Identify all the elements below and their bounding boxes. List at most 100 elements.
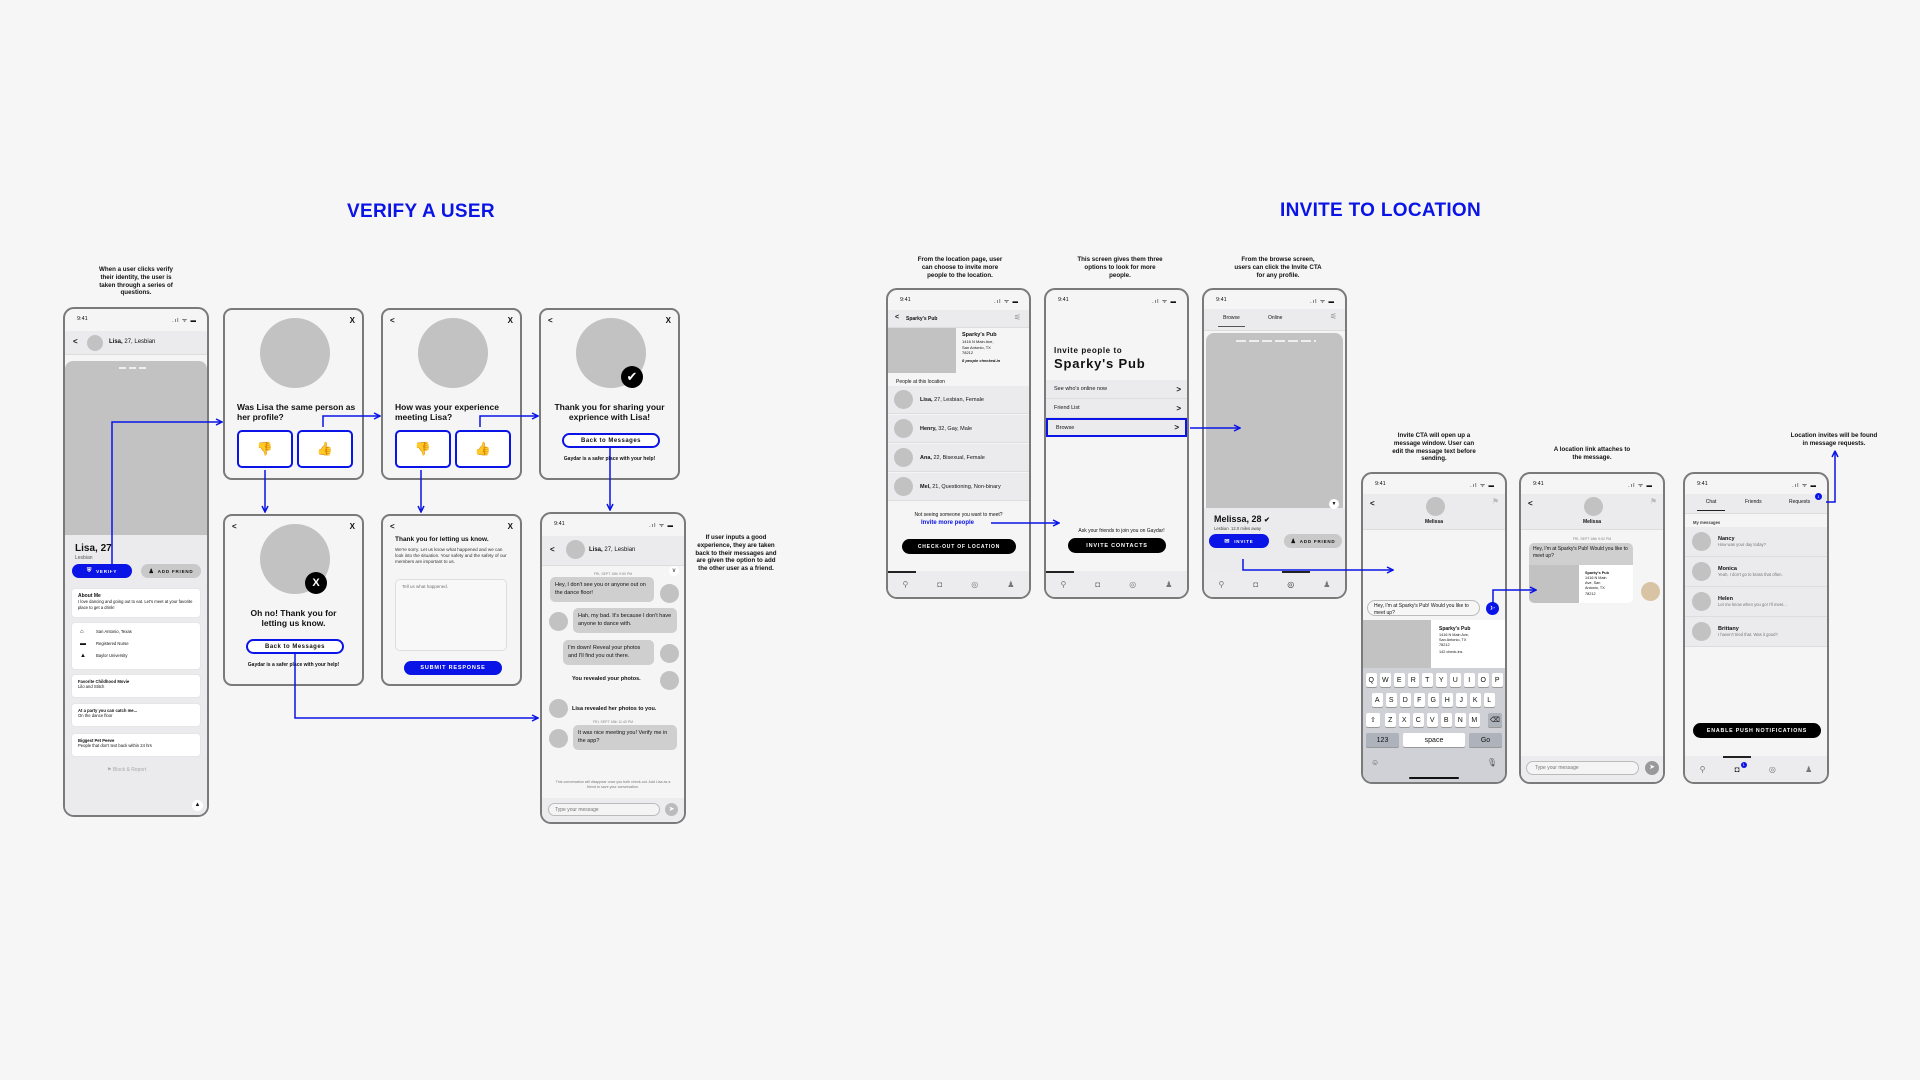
close-icon[interactable]: X bbox=[508, 316, 513, 325]
profile-icon[interactable]: ♟ bbox=[1323, 580, 1330, 589]
location-pin-icon[interactable]: ⚲ bbox=[903, 580, 909, 589]
enable-push-button[interactable]: ENABLE PUSH NOTIFICATIONS bbox=[1693, 723, 1821, 738]
key-h[interactable]: H bbox=[1442, 693, 1453, 707]
submit-response-button[interactable]: SUBMIT RESPONSE bbox=[404, 661, 502, 675]
thread-row[interactable]: Helen Let me know when you go! I'll meet.… bbox=[1685, 587, 1827, 617]
back-icon[interactable]: < bbox=[550, 545, 555, 554]
key-e[interactable]: E bbox=[1394, 673, 1405, 687]
chat-icon[interactable]: ◘ bbox=[1095, 580, 1100, 589]
person-row[interactable]: Henry, 32, Gay, Male bbox=[888, 415, 1029, 443]
go-key[interactable]: Go bbox=[1469, 733, 1502, 747]
back-icon[interactable]: < bbox=[1528, 499, 1533, 508]
tab-friends[interactable]: Friends bbox=[1745, 499, 1762, 505]
invite-contacts-button[interactable]: INVITE CONTACTS bbox=[1068, 538, 1166, 553]
key-s[interactable]: S bbox=[1386, 693, 1397, 707]
profile-icon[interactable]: ♟ bbox=[1805, 765, 1812, 774]
back-to-messages-button[interactable]: Back to Messages bbox=[562, 433, 660, 448]
key-b[interactable]: B bbox=[1441, 713, 1452, 727]
invite-message[interactable]: Hey, I'm at Sparky's Pub! Would you like… bbox=[1529, 543, 1633, 603]
location-pin-icon[interactable]: ⚲ bbox=[1219, 580, 1225, 589]
filter-icon[interactable]: ⚟ bbox=[1014, 313, 1021, 322]
message-input[interactable] bbox=[548, 803, 660, 816]
radar-icon[interactable]: ◎ bbox=[1129, 580, 1136, 589]
key-y[interactable]: Y bbox=[1436, 673, 1447, 687]
key-f[interactable]: F bbox=[1414, 693, 1425, 707]
scroll-up-icon[interactable]: ▲ bbox=[192, 800, 203, 811]
thread-row[interactable]: Monica Yeah, I don't go to brass that oft… bbox=[1685, 557, 1827, 587]
key-c[interactable]: C bbox=[1413, 713, 1424, 727]
person-row[interactable]: Mel, 21, Questioning, Non-binary bbox=[888, 473, 1029, 501]
key-m[interactable]: M bbox=[1469, 713, 1480, 727]
invite-button[interactable]: ✉ INVITE bbox=[1209, 534, 1269, 548]
back-icon[interactable]: < bbox=[73, 337, 78, 346]
key-v[interactable]: V bbox=[1427, 713, 1438, 727]
option-friend-list[interactable]: Friend List > bbox=[1046, 399, 1187, 418]
option-online[interactable]: See who's online now > bbox=[1046, 380, 1187, 399]
key-j[interactable]: J bbox=[1456, 693, 1467, 707]
expand-icon[interactable]: ▼ bbox=[1329, 499, 1339, 509]
thumbs-down-button[interactable]: 👎 bbox=[395, 430, 451, 468]
tab-online[interactable]: Online bbox=[1268, 315, 1282, 321]
add-friend-button[interactable]: ♟ ADD FRIEND bbox=[141, 564, 201, 578]
thumbs-up-button[interactable]: 👍 bbox=[455, 430, 511, 468]
block-report-button[interactable]: ⚑ Block & Report bbox=[107, 767, 146, 773]
option-browse[interactable]: Browse > bbox=[1046, 418, 1187, 437]
delete-key[interactable]: ⌫ bbox=[1488, 713, 1502, 727]
checkout-button[interactable]: CHECK-OUT OF LOCATION bbox=[902, 539, 1016, 554]
back-to-messages-button[interactable]: Back to Messages bbox=[246, 639, 344, 654]
radar-icon[interactable]: ◎ bbox=[971, 580, 978, 589]
thread-row[interactable]: Brittany I haven't tried that. Was it goo… bbox=[1685, 617, 1827, 647]
person-row[interactable]: Lisa, 27, Lesbian, Female bbox=[888, 386, 1029, 414]
close-icon[interactable]: X bbox=[666, 316, 671, 325]
back-icon[interactable]: < bbox=[1370, 499, 1375, 508]
location-pin-icon[interactable]: ⚲ bbox=[1700, 765, 1706, 774]
numbers-key[interactable]: 123 bbox=[1366, 733, 1399, 747]
chat-icon[interactable]: ◘ 1 bbox=[1735, 761, 1747, 774]
chat-icon[interactable]: ◘ bbox=[937, 580, 942, 589]
send-icon[interactable]: ➤ bbox=[1486, 602, 1499, 615]
key-n[interactable]: N bbox=[1455, 713, 1466, 727]
verify-button[interactable]: ⛨ VERIFY bbox=[72, 564, 132, 578]
key-l[interactable]: L bbox=[1484, 693, 1495, 707]
tab-chat[interactable]: Chat bbox=[1697, 499, 1725, 511]
flag-icon[interactable]: ⚑ bbox=[1650, 497, 1657, 506]
shift-key[interactable]: ⇧ bbox=[1366, 713, 1380, 727]
back-icon[interactable]: < bbox=[895, 314, 899, 321]
profile-icon[interactable]: ♟ bbox=[1007, 580, 1014, 589]
thumbs-down-button[interactable]: 👎 bbox=[237, 430, 293, 468]
key-k[interactable]: K bbox=[1470, 693, 1481, 707]
flag-icon[interactable]: ⚑ bbox=[1492, 497, 1499, 506]
key-z[interactable]: Z bbox=[1385, 713, 1396, 727]
invite-more-link[interactable]: Invite more people bbox=[921, 520, 974, 526]
filter-icon[interactable]: ⚟ bbox=[1330, 312, 1337, 321]
radar-icon[interactable]: ◎ bbox=[1769, 765, 1776, 774]
profile-photo[interactable] bbox=[1206, 333, 1343, 508]
back-icon[interactable]: < bbox=[390, 316, 395, 325]
send-icon[interactable]: ➤ bbox=[1645, 761, 1659, 775]
add-friend-button[interactable]: ♟ ADD FRIEND bbox=[1284, 534, 1342, 548]
feedback-textarea[interactable] bbox=[395, 579, 507, 651]
emoji-icon[interactable]: ☺ bbox=[1371, 758, 1379, 767]
radar-icon[interactable]: ◎ bbox=[1287, 580, 1294, 589]
tab-browse[interactable]: Browse bbox=[1218, 315, 1245, 327]
close-icon[interactable]: X bbox=[350, 522, 355, 531]
microphone-icon[interactable]: 🎙 bbox=[1487, 758, 1497, 767]
close-icon[interactable]: X bbox=[508, 522, 513, 531]
key-a[interactable]: A bbox=[1372, 693, 1383, 707]
thread-row[interactable]: Nancy How was your day today? bbox=[1685, 527, 1827, 557]
key-i[interactable]: I bbox=[1464, 673, 1475, 687]
key-u[interactable]: U bbox=[1450, 673, 1461, 687]
key-x[interactable]: X bbox=[1399, 713, 1410, 727]
key-p[interactable]: P bbox=[1492, 673, 1503, 687]
back-icon[interactable]: < bbox=[548, 316, 553, 325]
profile-photo[interactable] bbox=[65, 361, 207, 535]
key-d[interactable]: D bbox=[1400, 693, 1411, 707]
key-g[interactable]: G bbox=[1428, 693, 1439, 707]
key-t[interactable]: T bbox=[1422, 673, 1433, 687]
key-w[interactable]: W bbox=[1380, 673, 1391, 687]
location-pin-icon[interactable]: ⚲ bbox=[1061, 580, 1067, 589]
back-icon[interactable]: < bbox=[232, 522, 237, 531]
thumbs-up-button[interactable]: 👍 bbox=[297, 430, 353, 468]
profile-icon[interactable]: ♟ bbox=[1165, 580, 1172, 589]
person-row[interactable]: Ana, 22, Bisexual, Female bbox=[888, 444, 1029, 472]
